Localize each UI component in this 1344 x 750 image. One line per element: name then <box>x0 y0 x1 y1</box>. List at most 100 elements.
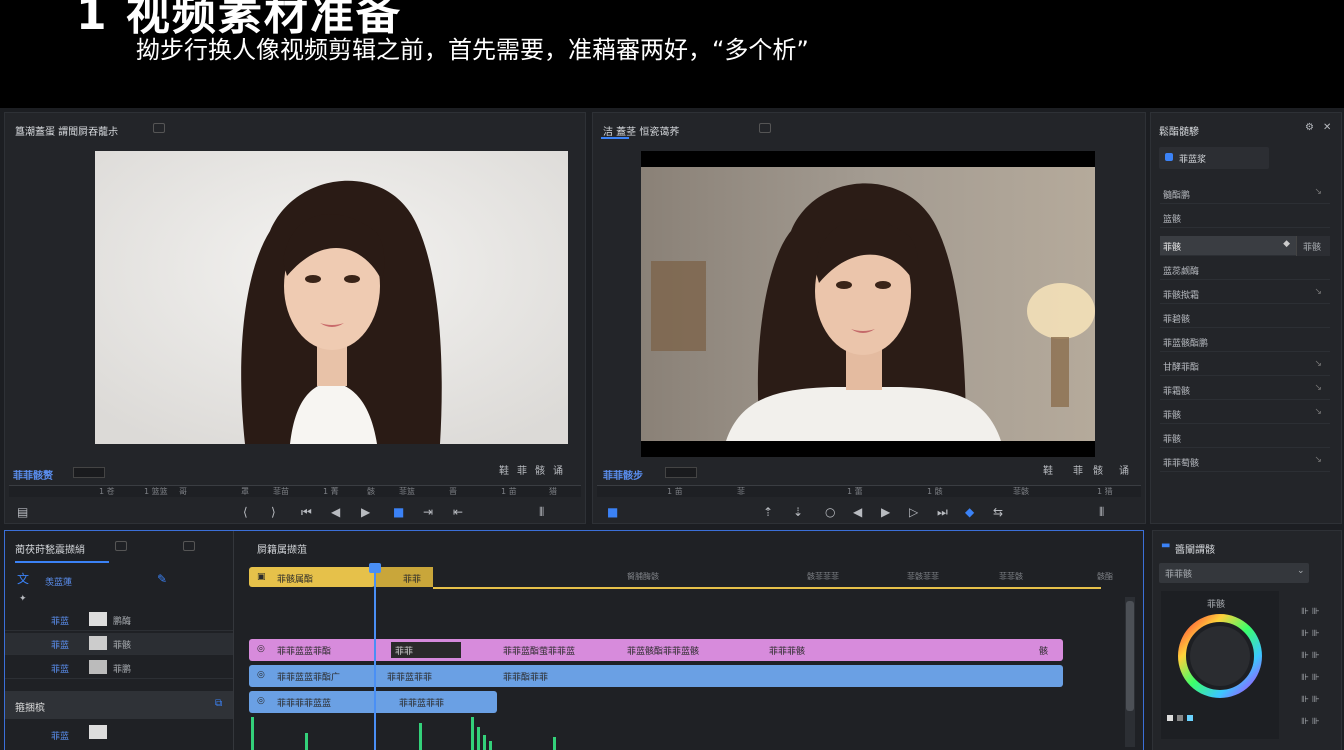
timeline-title: 屙籍属撷菹 <box>257 545 307 556</box>
keyframe-icon[interactable]: ◆ <box>1283 239 1290 249</box>
prop-row-7[interactable]: 菲蓝骸酯鹏 <box>1160 332 1330 352</box>
insert-icon[interactable]: ⇥ <box>423 506 433 518</box>
slider-knob[interactable] <box>1167 715 1173 721</box>
prop-label: 髓酯鹏 <box>1163 191 1191 201</box>
video-clip-track-1[interactable]: ◎ 菲菲蓝蓝菲酯 菲菲 菲菲蓝酯萤菲菲蓝 菲蓝骸酯菲菲蓝骸 菲菲菲骸 骸 <box>249 639 1063 661</box>
source-ctrl-b[interactable]: 菲 <box>517 466 527 478</box>
search-icon[interactable]: 文 <box>17 573 29 585</box>
program-settings-bars-icon[interactable]: ⦀ <box>1099 506 1104 518</box>
scrollbar-thumb[interactable] <box>1126 601 1134 711</box>
prop-label: 菲碧骸 <box>1163 315 1191 325</box>
audio-waveform[interactable] <box>249 715 579 750</box>
play-icon[interactable]: ▶ <box>361 506 370 518</box>
prop-label: 篮骸 <box>1163 215 1182 225</box>
mini-control-icon[interactable]: ⊪ ⊪ <box>1301 651 1320 661</box>
panel-close-icon[interactable]: ✕ <box>1323 122 1331 134</box>
prop-arrow-icon: ↘ <box>1314 407 1322 417</box>
timeline-scrollbar[interactable] <box>1125 597 1135 747</box>
project-item[interactable]: 菲蓝 鹏酶 <box>5 609 233 631</box>
overwrite-icon[interactable]: ⇤ <box>453 506 463 518</box>
playhead-handle[interactable] <box>369 563 381 573</box>
mini-control-icon[interactable]: ⊪ ⊪ <box>1301 673 1320 683</box>
new-item-icon[interactable]: ✎ <box>157 573 167 585</box>
prop-row-2[interactable]: 篮骸 <box>1160 208 1330 228</box>
loop-icon[interactable]: ○ <box>825 506 835 518</box>
program-video-frame[interactable] <box>641 151 1095 457</box>
source-menu-icon[interactable] <box>153 123 165 133</box>
prop-row-active[interactable]: 菲骸 ◆ 菲骸 <box>1160 236 1330 256</box>
settings-bars-icon[interactable]: ⦀ <box>539 506 544 518</box>
gold-clip-tail[interactable]: 菲菲 <box>375 567 433 587</box>
program-ruler[interactable]: 1 苗 菲 1 蕾 1 骸 菲骸 1 猎 <box>597 485 1141 497</box>
step-back-icon[interactable]: ◀ <box>331 506 340 518</box>
clip-label: 菲菲 <box>391 642 461 658</box>
project-bottom-icon[interactable]: ⧉ <box>215 698 222 710</box>
mini-control-icon[interactable]: ⊪ ⊪ <box>1301 717 1320 727</box>
step-forward-icon[interactable]: ▷ <box>909 506 918 518</box>
preset-selector[interactable]: 菲蓝浆 <box>1159 147 1269 169</box>
source-video-frame[interactable] <box>95 151 568 444</box>
program-ctrl-d[interactable]: 诵 <box>1119 466 1129 478</box>
panel-menu-icon[interactable]: ⚙ <box>1305 122 1314 134</box>
ruler-label: 晋 <box>449 487 457 496</box>
work-area-bar[interactable] <box>433 587 1101 589</box>
source-ctrl-d[interactable]: 诵 <box>553 466 563 478</box>
mark-in-icon[interactable]: ⟨ <box>243 506 248 518</box>
mini-control-icon[interactable]: ⊪ ⊪ <box>1301 607 1320 617</box>
prop-row-12[interactable]: 菲菲萄骸 ↘ <box>1160 452 1330 472</box>
prop-row-11[interactable]: 菲骸 <box>1160 428 1330 448</box>
project-item[interactable]: 菲蓝 菲骸 <box>5 633 233 655</box>
prop-label: 菲骸 <box>1163 411 1182 421</box>
source-ruler[interactable]: 1 苍 1 篮篮 哥 罩 菲苗 1 菁 骸 菲篮 晋 1 苗 猎 <box>9 485 581 497</box>
project-search-label[interactable]: 羡蓝蓮 <box>45 575 72 588</box>
slider-knob[interactable] <box>1177 715 1183 721</box>
program-menu-icon[interactable] <box>759 123 771 133</box>
prop-row-8[interactable]: 甘酵菲酯 ↘ <box>1160 356 1330 376</box>
mini-control-icon[interactable]: ⊪ ⊪ <box>1301 695 1320 705</box>
play-icon[interactable]: ▶ <box>881 506 890 518</box>
go-out-icon[interactable]: ⏭ <box>937 506 948 518</box>
prop-row-1[interactable]: 髓酯鹏 ↘ <box>1160 184 1330 204</box>
prop-row-4[interactable]: 蓝蕊觑酶 <box>1160 260 1330 280</box>
lift-icon[interactable]: ⇡ <box>763 506 773 518</box>
step-back-icon[interactable]: ◀ <box>853 506 862 518</box>
prop-row-6[interactable]: 菲碧骸 <box>1160 308 1330 328</box>
program-marker-icon[interactable]: ■ <box>607 506 618 518</box>
prop-label: 菲骸 <box>1163 435 1182 445</box>
prop-row-10[interactable]: 菲骸 ↘ <box>1160 404 1330 424</box>
pin-icon[interactable]: ✦ <box>19 593 27 605</box>
source-ctrl-a[interactable]: 鞋 <box>499 466 509 478</box>
stop-icon[interactable]: ■ <box>393 506 404 518</box>
source-timecode-field[interactable] <box>73 467 105 478</box>
go-in-icon[interactable]: ⏮ <box>301 506 312 518</box>
program-ctrl-c[interactable]: 骸 <box>1093 466 1103 478</box>
color-preset-selector[interactable]: 菲菲骸 ⌄ <box>1159 563 1309 583</box>
prop-row-5[interactable]: 菲骸揿霜 ↘ <box>1160 284 1330 304</box>
program-ctrl-b[interactable]: 菲 <box>1073 466 1083 478</box>
gold-clip[interactable]: ▣ 菲骸属酯 <box>249 567 375 587</box>
video-clip-track-2[interactable]: ◎ 菲菲蓝蓝菲酯广 菲菲蓝菲菲 菲菲酯菲菲 <box>249 665 1063 687</box>
export-frame-icon[interactable]: ◆ <box>965 506 974 518</box>
slider-knob[interactable] <box>1187 715 1193 721</box>
video-clip-track-3[interactable]: ◎ 菲菲菲菲蓝蓝 菲菲蓝菲菲 <box>249 691 497 713</box>
project-menu-icon[interactable] <box>115 541 127 551</box>
prop-badge[interactable]: 菲骸 <box>1296 236 1330 256</box>
prop-row-9[interactable]: 菲霜骸 ↘ <box>1160 380 1330 400</box>
marker-icon[interactable]: ▤ <box>17 506 28 518</box>
source-ctrl-c[interactable]: 骸 <box>535 466 545 478</box>
compare-icon[interactable]: ⇆ <box>993 506 1003 518</box>
project-settings-icon[interactable] <box>183 541 195 551</box>
program-timecode-field[interactable] <box>665 467 697 478</box>
color-wheel-box[interactable]: 菲骸 <box>1161 591 1279 739</box>
color-slider[interactable] <box>1167 715 1207 721</box>
mark-out-icon[interactable]: ⟩ <box>271 506 276 518</box>
program-ctrl-a[interactable]: 鞋 <box>1043 466 1053 478</box>
color-wheel-icon[interactable] <box>1177 613 1263 699</box>
project-bottom-item[interactable]: 菲蓝 <box>51 729 69 742</box>
clip-label: 菲菲蓝菲菲 <box>399 699 445 709</box>
extract-icon[interactable]: ⇣ <box>793 506 803 518</box>
mini-control-icon[interactable]: ⊪ ⊪ <box>1301 629 1320 639</box>
playhead-line[interactable] <box>374 573 376 750</box>
timeline-ruler[interactable]: 胬脯酶骸 骸菲菲菲 菲骸菲菲 菲菲骸 骸酯 <box>433 571 1123 583</box>
project-item[interactable]: 菲蓝 菲鹏 <box>5 657 233 679</box>
